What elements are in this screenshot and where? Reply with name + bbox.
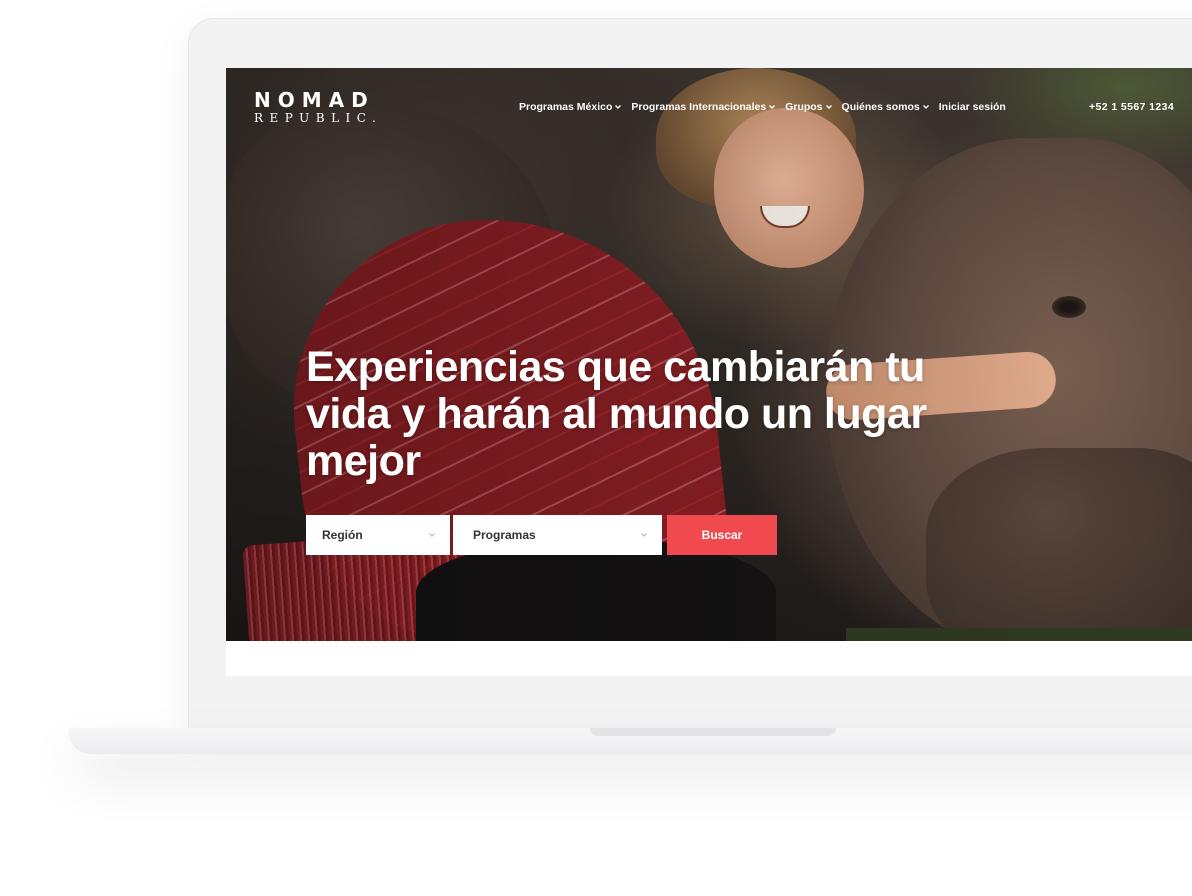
- nav-item-grupos[interactable]: Grupos: [785, 101, 832, 113]
- nav-item-label: Programas México: [519, 101, 613, 113]
- logo-subtitle: REPUBLIC.: [254, 111, 383, 125]
- programs-select-value: Programas: [473, 528, 536, 542]
- nav-item-label: Programas Internacionales: [631, 101, 767, 113]
- nav-item-quienes-somos[interactable]: Quiénes somos: [842, 101, 930, 113]
- browser-screen: NOMAD REPUBLIC. Programas México Program…: [226, 68, 1192, 676]
- site-logo[interactable]: NOMAD REPUBLIC.: [254, 90, 382, 125]
- nav-item-label: Iniciar sesión: [938, 101, 1006, 113]
- chevron-down-icon: [769, 105, 776, 109]
- phone-link[interactable]: +52 1 5567 1234: [1089, 101, 1174, 113]
- nav-item-label: Quiénes somos: [841, 101, 920, 113]
- nav-item-programas-internacionales[interactable]: Programas Internacionales: [631, 101, 776, 113]
- main-nav: Programas México Programas Internacional…: [519, 101, 1006, 113]
- page: NOMAD REPUBLIC. Programas México Program…: [0, 0, 1192, 896]
- nav-item-iniciar-sesion[interactable]: Iniciar sesión: [939, 101, 1006, 113]
- search-button[interactable]: Buscar: [667, 515, 777, 555]
- chevron-down-icon: [825, 105, 832, 109]
- chevron-down-icon: [641, 533, 647, 537]
- nav-item-programas-mexico[interactable]: Programas México: [519, 101, 622, 113]
- hero-headline: Experiencias que cambiarán tu vida y har…: [306, 343, 927, 485]
- page-content-area: [226, 641, 1192, 676]
- search-bar: Región Programas Buscar: [306, 515, 777, 555]
- laptop-notch: [590, 728, 836, 736]
- hero-section: NOMAD REPUBLIC. Programas México Program…: [226, 68, 1192, 641]
- logo-wordmark: NOMAD: [254, 88, 375, 112]
- nav-item-label: Grupos: [785, 101, 823, 113]
- programs-select[interactable]: Programas: [453, 515, 662, 555]
- chevron-down-icon: [615, 105, 622, 109]
- chevron-down-icon: [922, 105, 929, 109]
- region-select-value: Región: [322, 528, 363, 542]
- chevron-down-icon: [429, 533, 435, 537]
- region-select[interactable]: Región: [306, 515, 450, 555]
